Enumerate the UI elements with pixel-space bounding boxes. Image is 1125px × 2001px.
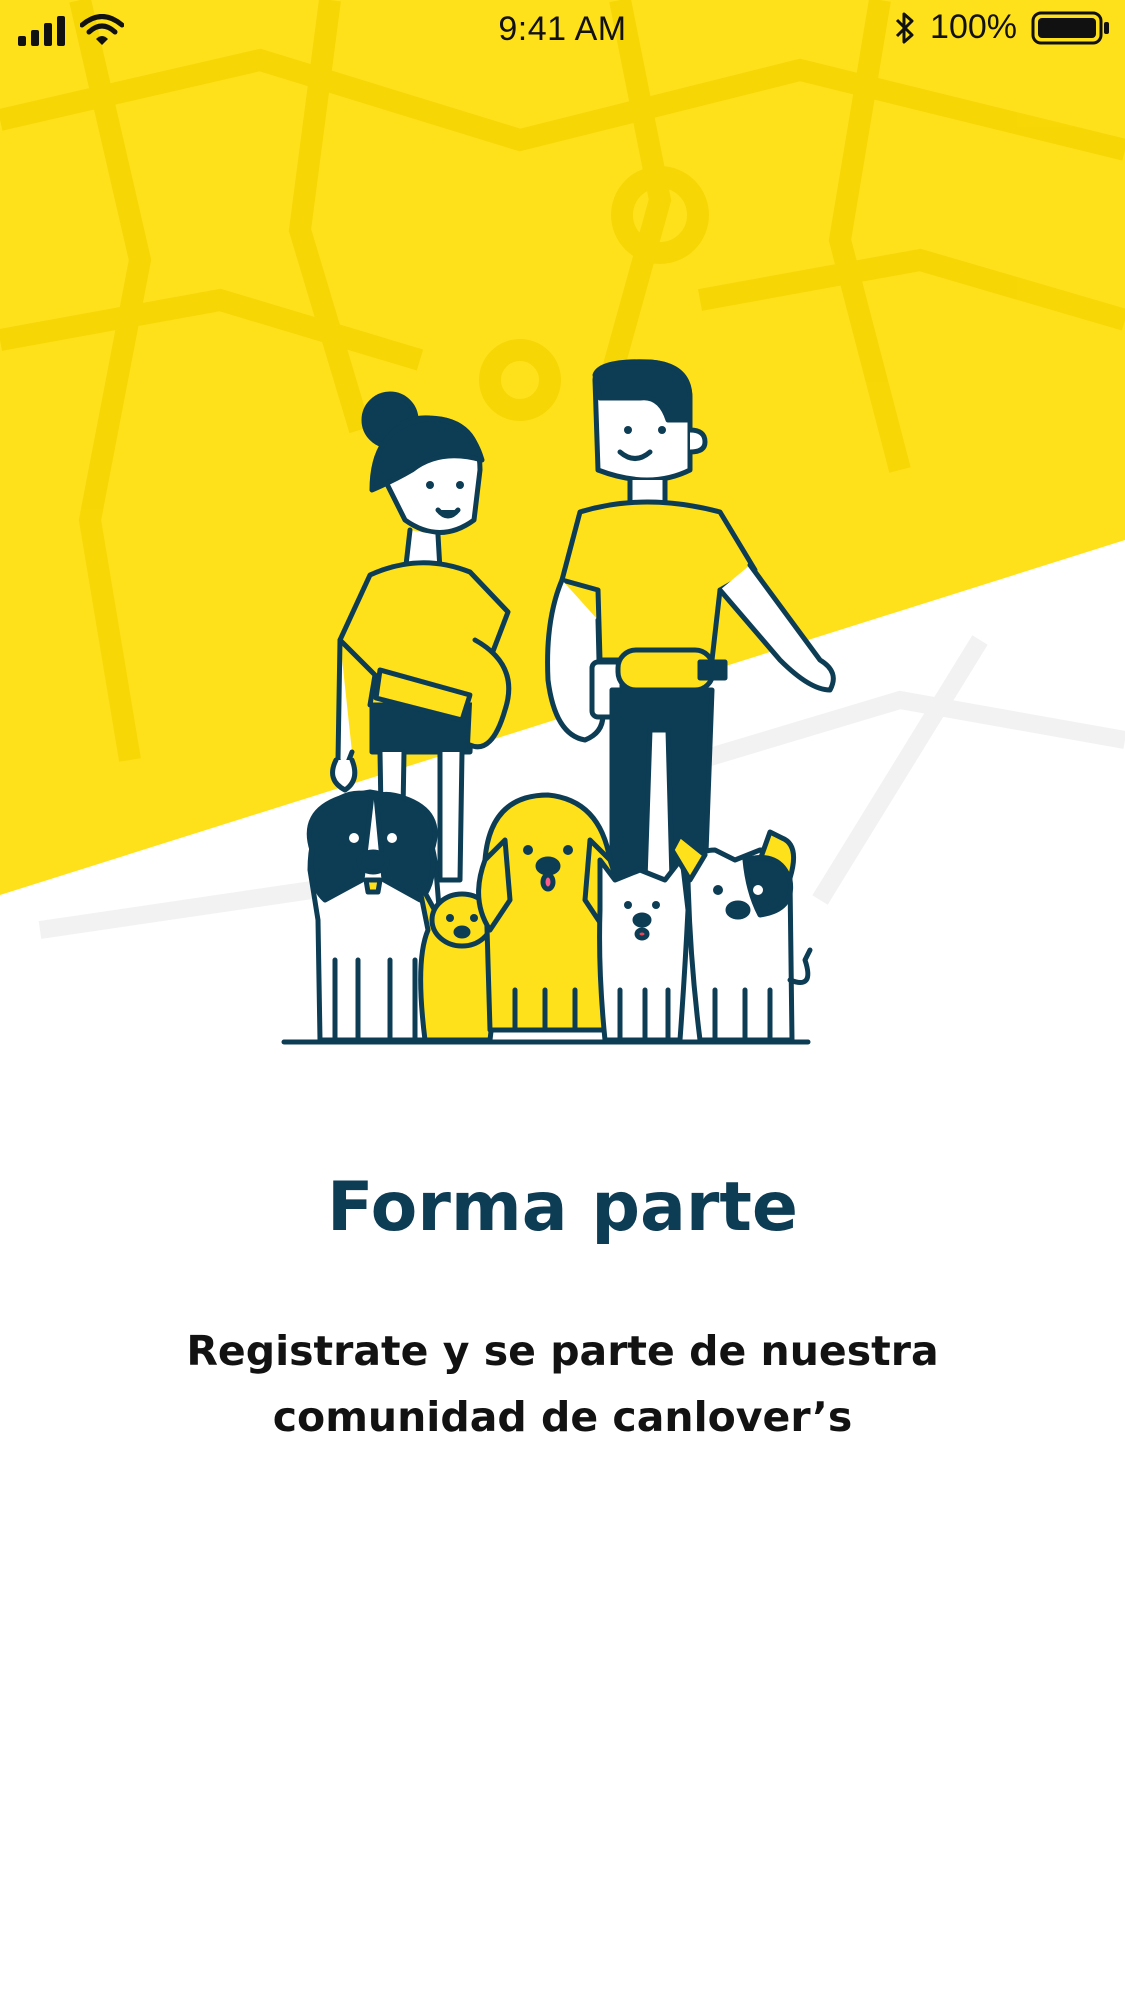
onboarding-screen: 9:41 AM 100% Forma parte Registrate y se… xyxy=(0,0,1125,2001)
status-right: 100% xyxy=(894,8,1111,47)
man-figure xyxy=(545,359,836,883)
people-with-dogs-illustration xyxy=(281,359,836,1045)
onboarding-subtitle: Registrate y se parte de nuestra comunid… xyxy=(186,1327,939,1441)
battery-icon xyxy=(1031,11,1109,44)
dog-westie-white xyxy=(597,855,691,1043)
bluetooth-icon xyxy=(895,12,914,43)
status-bar: 9:41 AM 100% xyxy=(0,0,1125,64)
dog-cocker-yellow xyxy=(476,792,619,1033)
dog-frenchie xyxy=(669,829,813,1043)
onboarding-title: Forma parte xyxy=(326,1168,799,1247)
battery-percent: 100% xyxy=(930,8,1017,46)
